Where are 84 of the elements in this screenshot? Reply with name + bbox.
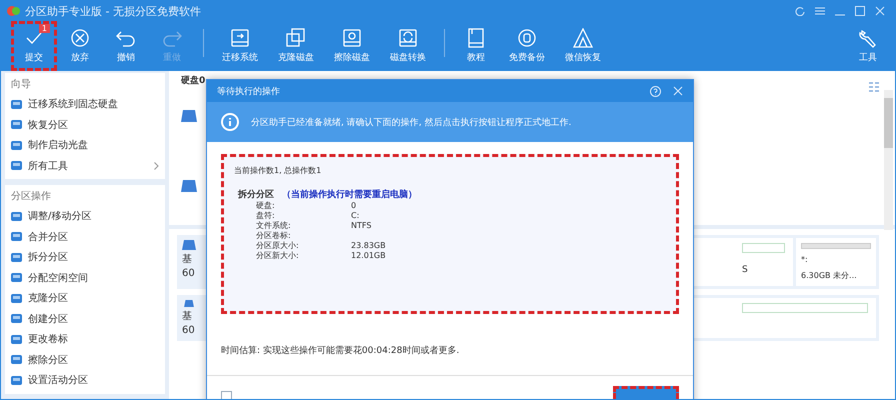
sidebar-item[interactable]: 擦除分区: [11, 350, 159, 370]
toolbar-button[interactable]: 擦除磁盘: [324, 21, 380, 71]
tools-button[interactable]: 工具: [845, 21, 891, 71]
detail-label: 文件系统:: [256, 221, 292, 231]
tool-icon: [11, 334, 22, 345]
tool-icon: [11, 374, 22, 386]
sidebar-item[interactable]: 调整/移动分区: [11, 206, 159, 226]
toolbar-button[interactable]: 克隆磁盘: [268, 21, 324, 71]
drive-letter: *:: [801, 255, 809, 264]
partition-bar: [742, 243, 785, 253]
time-estimate: 时间估算: 实现这些操作可能需要花00:04:28时间或者更多.: [221, 344, 460, 357]
dialog-title: 等待执行的操作: [217, 86, 280, 98]
disk-type: 基: [182, 310, 193, 323]
sidebar-item[interactable]: 迁移系统到固态硬盘: [11, 94, 159, 114]
sidebar-item[interactable]: 所有工具: [11, 156, 159, 176]
tool-icon: [11, 354, 22, 366]
sidebar-item[interactable]: 分配空闲空间: [11, 268, 159, 288]
help-icon[interactable]: [650, 86, 661, 96]
tool-icon: [11, 313, 22, 324]
sidebar-item[interactable]: 克隆分区: [11, 288, 159, 308]
toolbar-button[interactable]: 免费备份: [499, 21, 555, 71]
detail-value: C:: [351, 211, 360, 221]
section-title: 向导: [11, 78, 32, 92]
sidebar-item[interactable]: 恢复分区: [11, 114, 159, 135]
tool-icon: [11, 160, 22, 172]
tool-icon: [11, 140, 22, 151]
sidebar-item[interactable]: 拆分分区: [11, 247, 159, 268]
disk-size: 60: [182, 268, 196, 279]
sidebar-item[interactable]: 设置活动分区: [11, 370, 159, 390]
circle-icon: [516, 28, 538, 48]
toolbar-button[interactable]: 迁移系统: [212, 21, 268, 71]
detail-value: 23.83GB: [351, 241, 386, 251]
scrollbar[interactable]: [884, 90, 893, 230]
tool-icon: [11, 119, 22, 130]
menu-icon[interactable]: [815, 6, 825, 16]
checkbox[interactable]: [221, 390, 232, 399]
disk-header: 硬盘0: [181, 74, 206, 87]
toolbar-button[interactable]: 撤销: [103, 21, 149, 71]
operation-count: 当前操作数1, 总操作数1: [234, 165, 322, 176]
unallocated-partition[interactable]: *: 6.30GB 未分...: [796, 238, 876, 286]
detail-value: 12.01GB: [351, 251, 386, 261]
detail-label: 分区原大小:: [256, 241, 300, 251]
tool-icon: [11, 231, 22, 242]
info-icon: [221, 113, 239, 131]
app-logo-icon: [7, 5, 21, 17]
detail-label: 分区新大小:: [256, 251, 300, 261]
tool-icon: [11, 272, 22, 284]
close-icon[interactable]: [673, 86, 683, 96]
partition-size: 6.30GB 未分...: [801, 270, 858, 281]
detail-label: 盘符:: [256, 211, 276, 221]
window-title: 分区助手专业版 - 无损分区免费软件: [25, 4, 201, 18]
detail-label: 硬盘:: [256, 201, 276, 211]
sidebar-item[interactable]: 合并分区: [11, 226, 159, 247]
tool-icon: [11, 292, 22, 304]
toolbar-button[interactable]: 微信恢复: [555, 21, 611, 71]
detail-value: NTFS: [351, 221, 372, 231]
toolbar-button[interactable]: 放弃: [57, 21, 103, 71]
sidebar-item[interactable]: 制作启动光盘: [11, 135, 159, 156]
close-icon[interactable]: [875, 6, 885, 16]
triangle-icon: [572, 28, 594, 48]
toolbar-button[interactable]: 教程: [453, 21, 499, 71]
sidebar-item[interactable]: 创建分区: [11, 308, 159, 329]
drive-icon: [229, 28, 251, 48]
reboot-note: （当前操作执行时需要重启电脑）: [282, 188, 417, 201]
info-message: 分区助手已经准备就绪, 请确认下面的操作, 然后点击执行按钮让程序正式地工作.: [251, 116, 572, 128]
chevron-icon: [154, 162, 159, 170]
sidebar-item[interactable]: 更改卷标: [11, 329, 159, 350]
disk-size: 60: [182, 325, 196, 336]
grid-view-icon[interactable]: [869, 82, 879, 92]
detail-value: 0: [351, 201, 358, 211]
maximize-icon[interactable]: [855, 6, 865, 16]
tool-icon: [11, 98, 22, 110]
refresh-icon[interactable]: [795, 6, 805, 16]
partition-info: S: [742, 265, 749, 275]
section-title: 分区操作: [11, 190, 52, 204]
tool-icon: [11, 252, 22, 263]
toolbar-button[interactable]: 磁盘转换: [380, 21, 436, 71]
cancel-icon: [69, 28, 91, 48]
disk-type: 基: [182, 252, 193, 266]
count-badge: 1: [38, 24, 50, 33]
detail-label: 分区卷标:: [256, 231, 292, 241]
copy-icon: [285, 28, 307, 48]
operation-name: 拆分分区: [238, 188, 274, 201]
tool-icon: [11, 210, 22, 222]
